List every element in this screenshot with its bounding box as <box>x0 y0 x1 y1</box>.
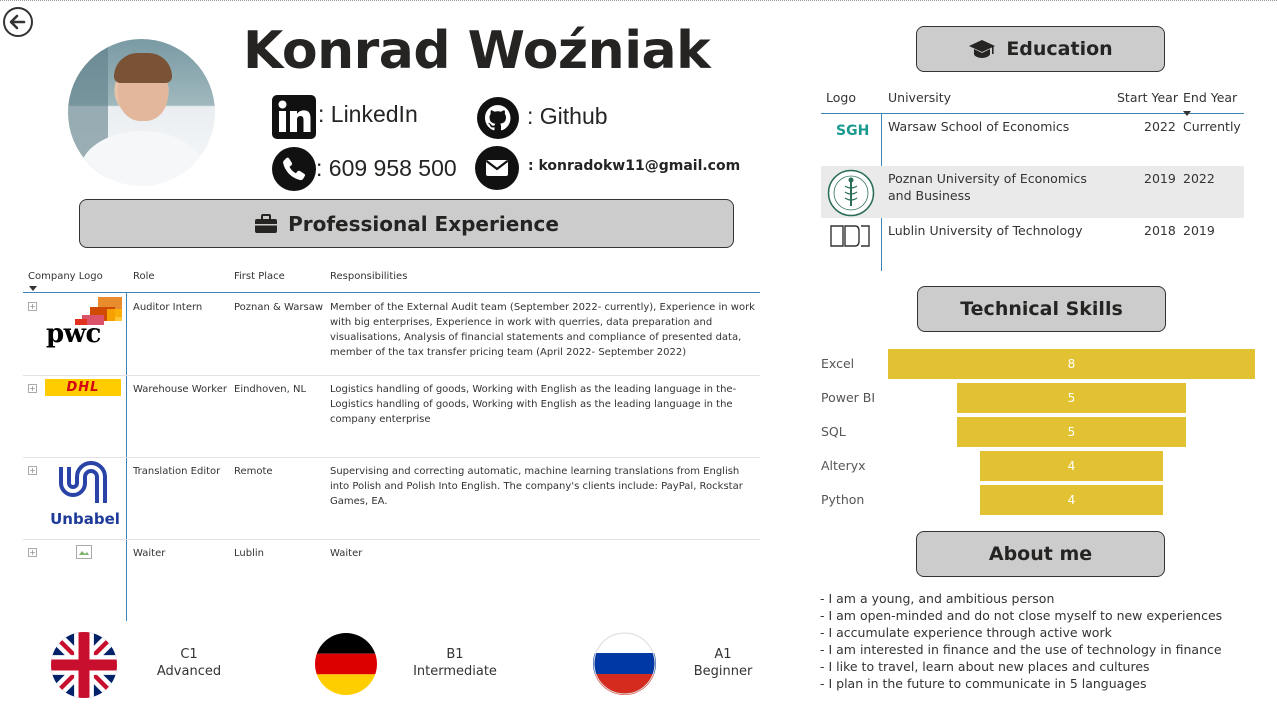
table-row[interactable]: + pwc Auditor Intern Poznan & Warsaw Mem… <box>23 294 760 376</box>
professional-experience-header[interactable]: Professional Experience <box>79 199 734 248</box>
expand-row-icon[interactable]: + <box>28 302 37 311</box>
role-cell: Translation Editor <box>133 466 221 477</box>
unbabel-logo: Unbabel <box>47 461 123 527</box>
professional-experience-title: Professional Experience <box>288 211 559 236</box>
back-button[interactable] <box>3 7 33 37</box>
expand-row-icon[interactable]: + <box>28 466 37 475</box>
skill-bar[interactable]: 8 <box>888 349 1255 379</box>
about-item: - I am open-minded and do not close myse… <box>820 608 1223 623</box>
skill-bar[interactable]: 4 <box>980 451 1163 481</box>
phone-number: : 609 958 500 <box>316 155 457 181</box>
university-cell: Lublin University of Technology <box>888 223 1083 238</box>
experience-table-header: Company Logo Role First Place Responsibi… <box>23 263 760 293</box>
responsibilities-cell: Supervising and correcting automatic, ma… <box>330 466 743 507</box>
column-header[interactable]: Start Year <box>1117 90 1178 105</box>
skill-bar[interactable]: 5 <box>957 383 1186 413</box>
university-cell: Poznan University of Economics and Busin… <box>888 171 1087 203</box>
email-address: : konradokw11@gmail.com <box>528 158 741 174</box>
russia-flag-icon <box>593 632 656 695</box>
about-me-title: About me <box>988 543 1093 565</box>
role-cell: Warehouse Worker <box>133 384 227 395</box>
end-year-cell: 2022 <box>1183 171 1215 186</box>
column-header[interactable]: Company Logo <box>28 271 103 282</box>
place-cell: Poznan & Warsaw <box>234 302 324 313</box>
role-cell: Auditor Intern <box>133 302 203 313</box>
education-table-header: Logo University Start Year End Year <box>821 85 1244 116</box>
column-header[interactable]: End Year <box>1183 90 1237 105</box>
technical-skills-title: Technical Skills <box>960 298 1123 320</box>
language-level: A1 Beginner <box>693 647 753 679</box>
column-header[interactable]: First Place <box>234 271 285 282</box>
start-year-cell: 2022 <box>1144 119 1176 134</box>
experience-table: Company Logo Role First Place Responsibi… <box>23 263 760 623</box>
place-cell: Lublin <box>234 548 264 559</box>
skill-label: Alteryx <box>821 458 866 473</box>
skill-label: SQL <box>821 424 846 439</box>
expand-row-icon[interactable]: + <box>28 384 37 393</box>
github-icon[interactable] <box>476 96 520 140</box>
linkedin-icon[interactable] <box>272 95 316 139</box>
column-header[interactable]: Role <box>133 271 155 282</box>
language-level: B1 Intermediate <box>413 647 497 679</box>
column-header[interactable]: Logo <box>826 90 856 105</box>
linkedin-link[interactable]: : LinkedIn <box>318 101 418 128</box>
sort-desc-icon[interactable] <box>29 283 37 294</box>
table-row[interactable]: Poznan University of Economics and Busin… <box>821 166 1244 218</box>
table-row[interactable]: SGH Warsaw School of Economics 2022 Curr… <box>821 114 1244 166</box>
table-row[interactable]: + Unbabel Translation Editor Remote Supe… <box>23 458 760 540</box>
germany-flag-icon <box>315 633 377 695</box>
github-link[interactable]: : Github <box>527 103 608 130</box>
place-cell: Eindhoven, NL <box>234 384 307 395</box>
skill-bar[interactable]: 4 <box>980 485 1163 515</box>
about-item: - I accumulate experience through active… <box>820 625 1112 640</box>
about-item: - I plan in the future to communicate in… <box>820 676 1147 691</box>
graduation-cap-icon <box>969 40 996 58</box>
expand-row-icon[interactable]: + <box>28 548 37 557</box>
technical-skills-header[interactable]: Technical Skills <box>917 286 1166 332</box>
uk-flag-icon <box>51 632 117 698</box>
table-row[interactable]: + Waiter Lublin Waiter <box>23 540 760 620</box>
poznan-university-logo <box>827 169 875 221</box>
end-year-cell: 2019 <box>1183 223 1215 238</box>
responsibilities-cell: Waiter <box>330 548 363 559</box>
back-arrow-icon <box>9 14 26 30</box>
column-header[interactable]: Responsibilities <box>330 271 407 282</box>
email-icon <box>475 146 519 190</box>
about-item: - I am a young, and ambitious person <box>820 591 1055 606</box>
about-me-list: - I am a young, and ambitious person - I… <box>820 590 1222 692</box>
profile-photo <box>68 39 215 186</box>
profile-name: Konrad Woźniak <box>243 21 711 81</box>
role-cell: Waiter <box>133 548 166 559</box>
table-row[interactable]: Lublin University of Technology 2018 201… <box>821 218 1244 270</box>
university-cell: Warsaw School of Economics <box>888 119 1070 134</box>
language-level: C1 Advanced <box>156 647 222 679</box>
about-me-header[interactable]: About me <box>916 531 1165 577</box>
phone-icon <box>272 147 316 191</box>
sgh-logo: SGH <box>836 123 870 139</box>
skill-bar[interactable]: 5 <box>957 417 1186 447</box>
broken-image-icon <box>76 545 92 564</box>
responsibilities-cell: Logistics handling of goods, Working wit… <box>330 384 737 425</box>
about-item: - I am interested in finance and the use… <box>820 642 1222 657</box>
skill-label: Power BI <box>821 390 876 405</box>
about-item: - I like to travel, learn about new plac… <box>820 659 1150 674</box>
responsibilities-cell: Member of the External Audit team (Septe… <box>330 302 755 358</box>
table-row[interactable]: + DHL Warehouse Worker Eindhoven, NL Log… <box>23 376 760 458</box>
dhl-logo: DHL <box>45 379 121 396</box>
briefcase-icon <box>255 213 278 233</box>
skill-label: Excel <box>821 356 855 371</box>
education-header[interactable]: Education <box>916 26 1165 72</box>
education-table: Logo University Start Year End Year SGH … <box>821 85 1244 271</box>
start-year-cell: 2019 <box>1144 171 1176 186</box>
column-header[interactable]: University <box>888 90 951 105</box>
lublin-university-logo <box>829 224 871 252</box>
place-cell: Remote <box>234 466 273 477</box>
education-title: Education <box>1006 38 1113 60</box>
start-year-cell: 2018 <box>1144 223 1176 238</box>
end-year-cell: Currently <box>1183 119 1241 134</box>
pwc-logo: pwc <box>45 295 123 360</box>
skill-label: Python <box>821 492 865 507</box>
